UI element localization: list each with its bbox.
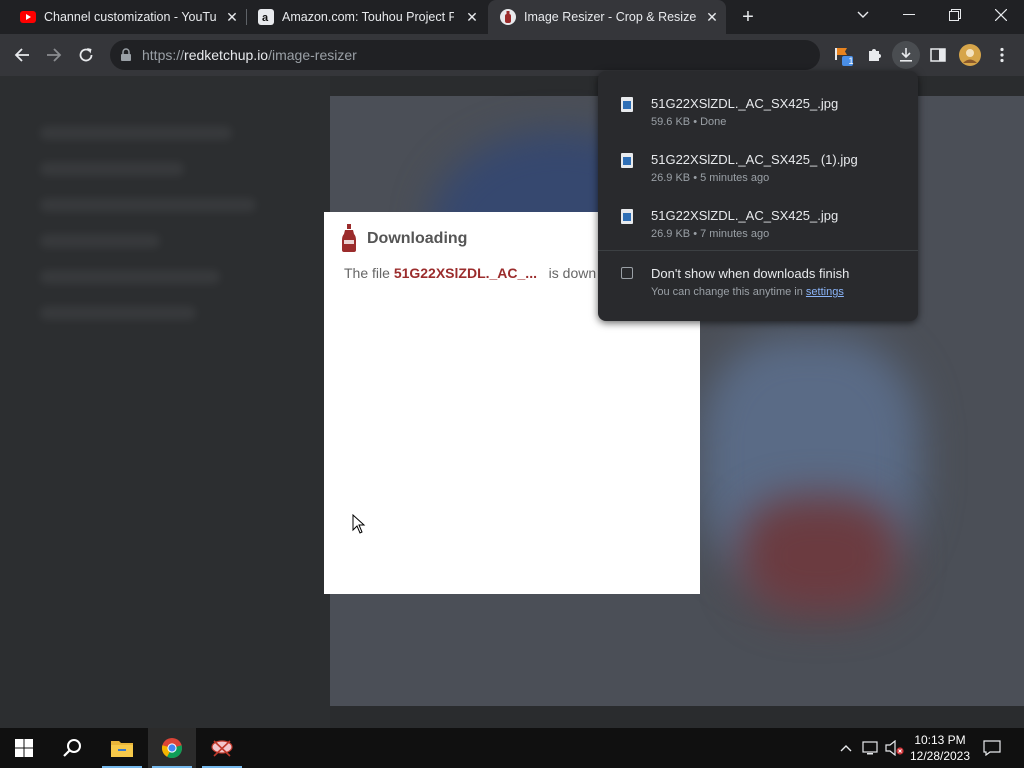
tab-title: Amazon.com: Touhou Project Plush — [282, 10, 454, 24]
blurred-sidebar — [0, 76, 330, 728]
dialog-title: Downloading — [367, 230, 468, 247]
tray-chevron-up-icon[interactable] — [836, 728, 856, 768]
screen: Channel customization - YouTube ✕ a Amaz… — [0, 0, 1024, 768]
volume-muted-icon[interactable] — [884, 728, 906, 768]
youtube-icon — [20, 9, 36, 25]
chrome-icon[interactable] — [148, 728, 196, 768]
amazon-icon: a — [258, 9, 274, 25]
url-scheme: https:// — [142, 47, 185, 63]
profile-avatar[interactable] — [956, 41, 984, 69]
download-status: 59.6 KB • Done — [651, 116, 727, 128]
forward-button[interactable] — [40, 41, 68, 69]
message-prefix: The file — [344, 265, 394, 281]
blurred-image-shape — [740, 496, 900, 616]
lock-icon[interactable] — [120, 48, 132, 67]
tab-title: Channel customization - YouTube — [44, 10, 216, 24]
message-suffix: is down — [548, 265, 597, 281]
dont-show-checkbox[interactable] — [621, 267, 633, 279]
close-icon[interactable]: ✕ — [704, 9, 720, 25]
settings-hint: You can change this anytime in settings — [651, 286, 844, 298]
hint-text: You can change this anytime in — [651, 286, 806, 298]
dialog-message: The file 51G22XSlZDL._AC_... is down — [344, 265, 596, 281]
redketchup-icon — [500, 9, 516, 25]
tab-title: Image Resizer - Crop & Resize Images — [524, 10, 696, 24]
close-icon[interactable]: ✕ — [464, 9, 480, 25]
close-window-button[interactable] — [978, 0, 1024, 30]
clock-date: 12/28/2023 — [909, 749, 971, 763]
download-item[interactable]: 51G22XSlZDL._AC_SX425_.jpg 59.6 KB • Don… — [598, 78, 918, 134]
search-icon[interactable] — [48, 728, 96, 768]
tab-youtube[interactable]: Channel customization - YouTube ✕ — [0, 0, 246, 34]
ketchup-bottle-icon — [342, 224, 356, 252]
network-icon[interactable] — [860, 728, 882, 768]
dont-show-label[interactable]: Don't show when downloads finish — [651, 266, 849, 281]
download-icon[interactable] — [892, 41, 920, 69]
extension-badge: 1 — [848, 56, 854, 66]
blurred-text — [40, 126, 280, 366]
image-file-icon — [621, 97, 633, 112]
image-file-icon — [621, 209, 633, 224]
tab-image-resizer[interactable]: Image Resizer - Crop & Resize Images ✕ — [488, 0, 726, 34]
tab-strip: Channel customization - YouTube ✕ a Amaz… — [0, 0, 1024, 34]
reload-button[interactable] — [72, 41, 100, 69]
close-icon[interactable]: ✕ — [224, 9, 240, 25]
settings-link[interactable]: settings — [806, 286, 844, 298]
svg-text:a: a — [262, 12, 269, 23]
restore-button[interactable] — [932, 0, 978, 30]
download-filename: 51G22XSlZDL._AC_SX425_.jpg — [651, 96, 839, 111]
address-bar-url[interactable]: https://redketchup.io/image-resizer — [142, 47, 357, 63]
start-windows-icon[interactable] — [0, 728, 48, 768]
mouse-cursor-icon — [352, 514, 366, 534]
back-button[interactable] — [8, 41, 36, 69]
clock-time: 10:13 PM — [914, 733, 966, 747]
downloads-bubble: 51G22XSlZDL._AC_SX425_.jpg 59.6 KB • Don… — [598, 71, 918, 321]
image-file-icon — [621, 153, 633, 168]
puzzle-extensions-icon[interactable] — [860, 41, 888, 69]
flag-extension-icon[interactable]: 1 — [828, 41, 856, 69]
file-explorer-icon[interactable] — [98, 728, 146, 768]
downloading-filename: 51G22XSlZDL._AC_... — [393, 265, 537, 281]
new-tab-button[interactable]: + — [738, 6, 758, 28]
side-panel-icon[interactable] — [924, 41, 952, 69]
download-filename: 51G22XSlZDL._AC_SX425_.jpg — [651, 208, 839, 223]
system-clock[interactable]: 10:13 PM 12/28/2023 — [906, 732, 974, 764]
snipping-tool-icon[interactable] — [198, 728, 246, 768]
tab-amazon[interactable]: a Amazon.com: Touhou Project Plush ✕ — [246, 0, 486, 34]
url-host: redketchup.io — [184, 47, 269, 63]
divider — [598, 250, 918, 251]
notification-center-icon[interactable] — [980, 728, 1004, 768]
download-status: 26.9 KB • 7 minutes ago — [651, 228, 770, 240]
download-item[interactable]: 51G22XSlZDL._AC_SX425_.jpg 26.9 KB • 7 m… — [598, 190, 918, 246]
download-filename: 51G22XSlZDL._AC_SX425_ (1).jpg — [651, 152, 858, 167]
minimize-button[interactable] — [886, 0, 932, 30]
windows-taskbar: 10:13 PM 12/28/2023 — [0, 728, 1024, 768]
url-path: /image-resizer — [268, 47, 357, 63]
download-status: 26.9 KB • 5 minutes ago — [651, 172, 770, 184]
download-item[interactable]: 51G22XSlZDL._AC_SX425_ (1).jpg 26.9 KB •… — [598, 134, 918, 190]
menu-kebab-icon[interactable] — [988, 41, 1016, 69]
tab-search-chevron-icon[interactable] — [840, 0, 886, 30]
